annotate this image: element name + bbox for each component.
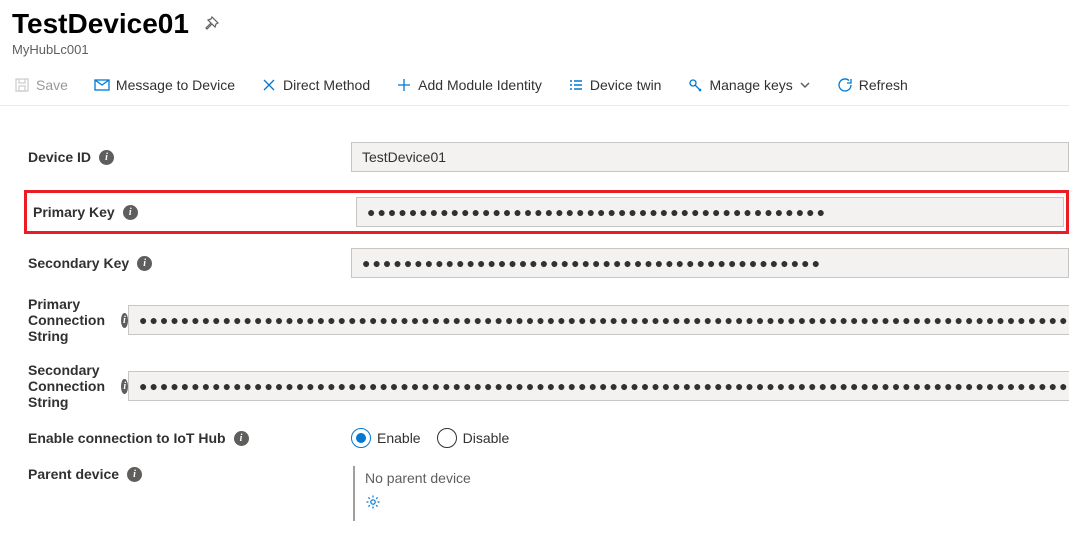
enable-conn-row: Enable connection to IoT Hub i Enable Di… [24,428,1069,448]
twin-label: Device twin [590,77,662,93]
add-module-button[interactable]: Add Module Identity [386,73,552,97]
info-icon[interactable]: i [127,467,142,482]
device-id-row: Device ID i [24,142,1069,172]
page-header: TestDevice01 MyHubLc001 [0,0,1069,63]
key-icon [687,77,703,93]
info-icon[interactable]: i [137,256,152,271]
radio-selected-icon [351,428,371,448]
primary-conn-value[interactable]: ●●●●●●●●●●●●●●●●●●●●●●●●●●●●●●●●●●●●●●●●… [128,305,1069,335]
disable-radio[interactable]: Disable [437,428,510,448]
secondary-conn-label: Secondary Connection String [28,362,113,410]
list-icon [568,77,584,93]
secondary-key-row: Secondary Key i ●●●●●●●●●●●●●●●●●●●●●●●●… [24,248,1069,278]
manage-keys-label: Manage keys [709,77,792,93]
manage-keys-button[interactable]: Manage keys [677,73,820,97]
toolbar: Save Message to Device Direct Method Add… [0,63,1069,106]
breadcrumb: MyHubLc001 [12,42,1057,57]
refresh-button[interactable]: Refresh [827,73,918,97]
info-icon[interactable]: i [99,150,114,165]
message-to-device-button[interactable]: Message to Device [84,73,245,97]
primary-conn-label: Primary Connection String [28,296,113,344]
refresh-label: Refresh [859,77,908,93]
enable-label: Enable [377,430,421,446]
radio-unselected-icon [437,428,457,448]
info-icon[interactable]: i [121,313,128,328]
plus-icon [396,77,412,93]
secondary-key-value[interactable]: ●●●●●●●●●●●●●●●●●●●●●●●●●●●●●●●●●●●●●●●●… [351,248,1069,278]
direct-method-button[interactable]: Direct Method [251,73,380,97]
message-label: Message to Device [116,77,235,93]
page-title: TestDevice01 [12,8,189,40]
direct-method-icon [261,77,277,93]
info-icon[interactable]: i [234,431,249,446]
info-icon[interactable]: i [123,205,138,220]
parent-device-value: No parent device [365,470,1069,486]
device-id-label: Device ID [28,149,91,165]
primary-key-value[interactable]: ●●●●●●●●●●●●●●●●●●●●●●●●●●●●●●●●●●●●●●●●… [356,197,1064,227]
device-id-value[interactable] [351,142,1069,172]
enable-conn-label: Enable connection to IoT Hub [28,430,226,446]
save-label: Save [36,77,68,93]
device-twin-button[interactable]: Device twin [558,73,672,97]
configure-parent-button[interactable] [365,494,381,510]
secondary-conn-value[interactable]: ●●●●●●●●●●●●●●●●●●●●●●●●●●●●●●●●●●●●●●●●… [128,371,1069,401]
primary-conn-row: Primary Connection String i ●●●●●●●●●●●●… [24,296,1069,344]
parent-device-label: Parent device [28,466,119,482]
direct-label: Direct Method [283,77,370,93]
pin-icon[interactable] [203,15,221,33]
parent-device-row: Parent device i No parent device [24,466,1069,521]
refresh-icon [837,77,853,93]
gear-icon [365,494,381,510]
primary-key-label: Primary Key [33,204,115,220]
mail-icon [94,77,110,93]
chevron-down-icon [799,79,811,91]
primary-key-highlight: Primary Key i ●●●●●●●●●●●●●●●●●●●●●●●●●●… [24,190,1069,234]
add-module-label: Add Module Identity [418,77,542,93]
secondary-key-label: Secondary Key [28,255,129,271]
primary-key-row: Primary Key i ●●●●●●●●●●●●●●●●●●●●●●●●●●… [29,197,1064,227]
save-icon [14,77,30,93]
enable-radio[interactable]: Enable [351,428,421,448]
content: Device ID i Primary Key i ●●●●●●●●●●●●●●… [0,106,1069,521]
secondary-conn-row: Secondary Connection String i ●●●●●●●●●●… [24,362,1069,410]
save-button: Save [4,73,78,97]
disable-label: Disable [463,430,510,446]
